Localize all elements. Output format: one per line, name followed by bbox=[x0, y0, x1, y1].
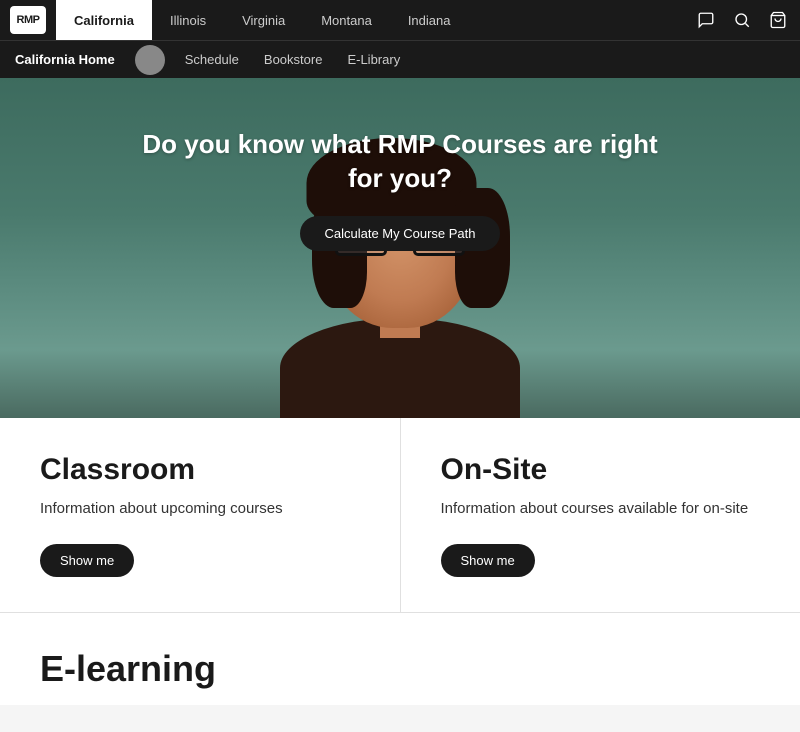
elearning-section: E-learning bbox=[0, 613, 800, 705]
top-nav-icons bbox=[694, 8, 790, 32]
schedule-link[interactable]: Schedule bbox=[185, 52, 239, 67]
rmp-logo[interactable]: RMP bbox=[10, 6, 46, 34]
search-icon[interactable] bbox=[730, 8, 754, 32]
classroom-description: Information about upcoming courses bbox=[40, 498, 360, 519]
california-home-link[interactable]: California Home bbox=[15, 52, 115, 67]
hero-title: Do you know what RMP Courses are right f… bbox=[125, 128, 675, 196]
nav-tab-california[interactable]: California bbox=[56, 0, 152, 40]
nav-tabs: California Illinois Virginia Montana Ind… bbox=[56, 0, 694, 40]
nav-tab-virginia[interactable]: Virginia bbox=[224, 0, 303, 40]
hero-content: Do you know what RMP Courses are right f… bbox=[125, 128, 675, 251]
calculate-path-button[interactable]: Calculate My Course Path bbox=[300, 216, 499, 251]
bookstore-link[interactable]: Bookstore bbox=[264, 52, 323, 67]
logo-area[interactable]: RMP bbox=[10, 6, 46, 34]
elibrary-link[interactable]: E-Library bbox=[347, 52, 400, 67]
cards-section: Classroom Information about upcoming cou… bbox=[0, 418, 800, 613]
secondary-navigation: California Home Schedule Bookstore E-Lib… bbox=[0, 40, 800, 78]
onsite-card: On-Site Information about courses availa… bbox=[401, 418, 800, 612]
hero-section: Do you know what RMP Courses are right f… bbox=[0, 78, 800, 418]
cart-icon[interactable] bbox=[766, 8, 790, 32]
elearning-title: E-learning bbox=[40, 648, 760, 690]
chat-icon[interactable] bbox=[694, 8, 718, 32]
top-navigation: RMP California Illinois Virginia Montana… bbox=[0, 0, 800, 40]
classroom-card: Classroom Information about upcoming cou… bbox=[0, 418, 401, 612]
nav-tab-indiana[interactable]: Indiana bbox=[390, 0, 469, 40]
onsite-title: On-Site bbox=[441, 453, 761, 486]
secondary-nav-links: Schedule Bookstore E-Library bbox=[185, 52, 401, 67]
nav-tab-illinois[interactable]: Illinois bbox=[152, 0, 224, 40]
onsite-description: Information about courses available for … bbox=[441, 498, 761, 519]
nav-tab-montana[interactable]: Montana bbox=[303, 0, 390, 40]
onsite-show-button[interactable]: Show me bbox=[441, 544, 535, 577]
classroom-title: Classroom bbox=[40, 453, 360, 486]
user-avatar[interactable] bbox=[135, 45, 165, 75]
classroom-show-button[interactable]: Show me bbox=[40, 544, 134, 577]
